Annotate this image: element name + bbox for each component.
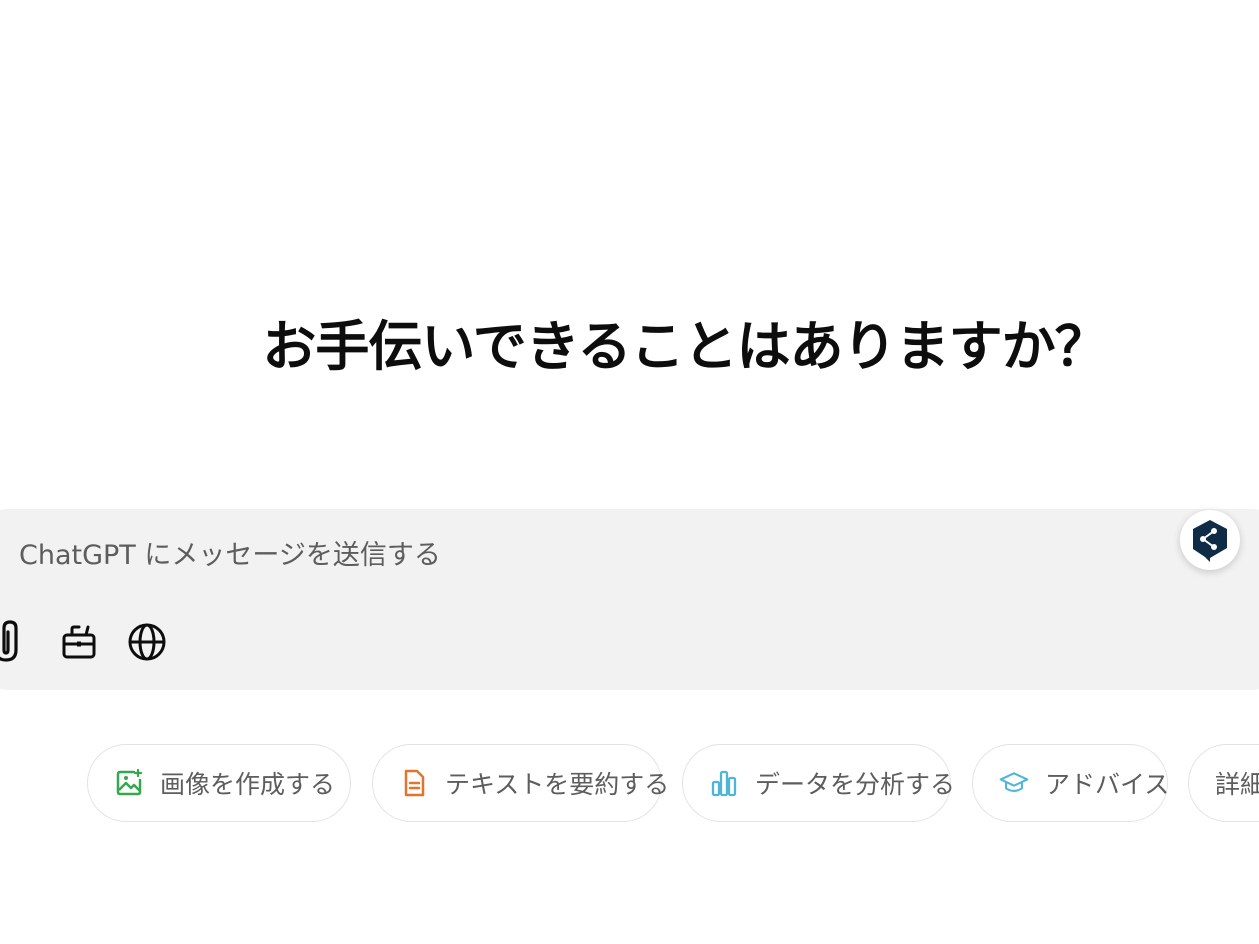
suggestion-summarize-text[interactable]: テキストを要約する	[372, 744, 669, 822]
suggestion-label: テキストを要約する	[445, 770, 670, 799]
chat-page: お手伝いできることはありますか？ ChatGPT にメッセージを送信する 画像を…	[0, 0, 1259, 944]
suggestion-create-image[interactable]: 画像を作成する	[87, 744, 351, 822]
deepl-share-icon	[1193, 520, 1227, 562]
suggestion-advice[interactable]: アドバイス	[972, 744, 1170, 822]
suggestion-analyze-data[interactable]: データを分析する	[682, 744, 955, 822]
suggestion-more[interactable]: 詳細	[1188, 744, 1259, 822]
bar-chart-icon	[709, 768, 739, 798]
suggestion-label: 画像を作成する	[160, 770, 336, 799]
suggestion-label: アドバイス	[1045, 770, 1170, 799]
search-web-button[interactable]	[125, 620, 169, 664]
toolbox-icon	[62, 625, 96, 659]
page-title: お手伝いできることはありますか？	[262, 315, 1108, 378]
tools-button[interactable]	[57, 620, 101, 664]
globe-icon	[128, 623, 166, 661]
image-icon	[114, 768, 144, 798]
attach-button[interactable]	[0, 620, 32, 664]
suggestion-label: 詳細	[1215, 770, 1259, 799]
message-input[interactable]	[19, 530, 919, 580]
paperclip-icon	[0, 620, 18, 662]
suggestion-label: データを分析する	[755, 770, 956, 799]
graduation-cap-icon	[999, 768, 1029, 798]
document-icon	[399, 768, 429, 798]
extension-badge[interactable]	[1180, 510, 1240, 570]
